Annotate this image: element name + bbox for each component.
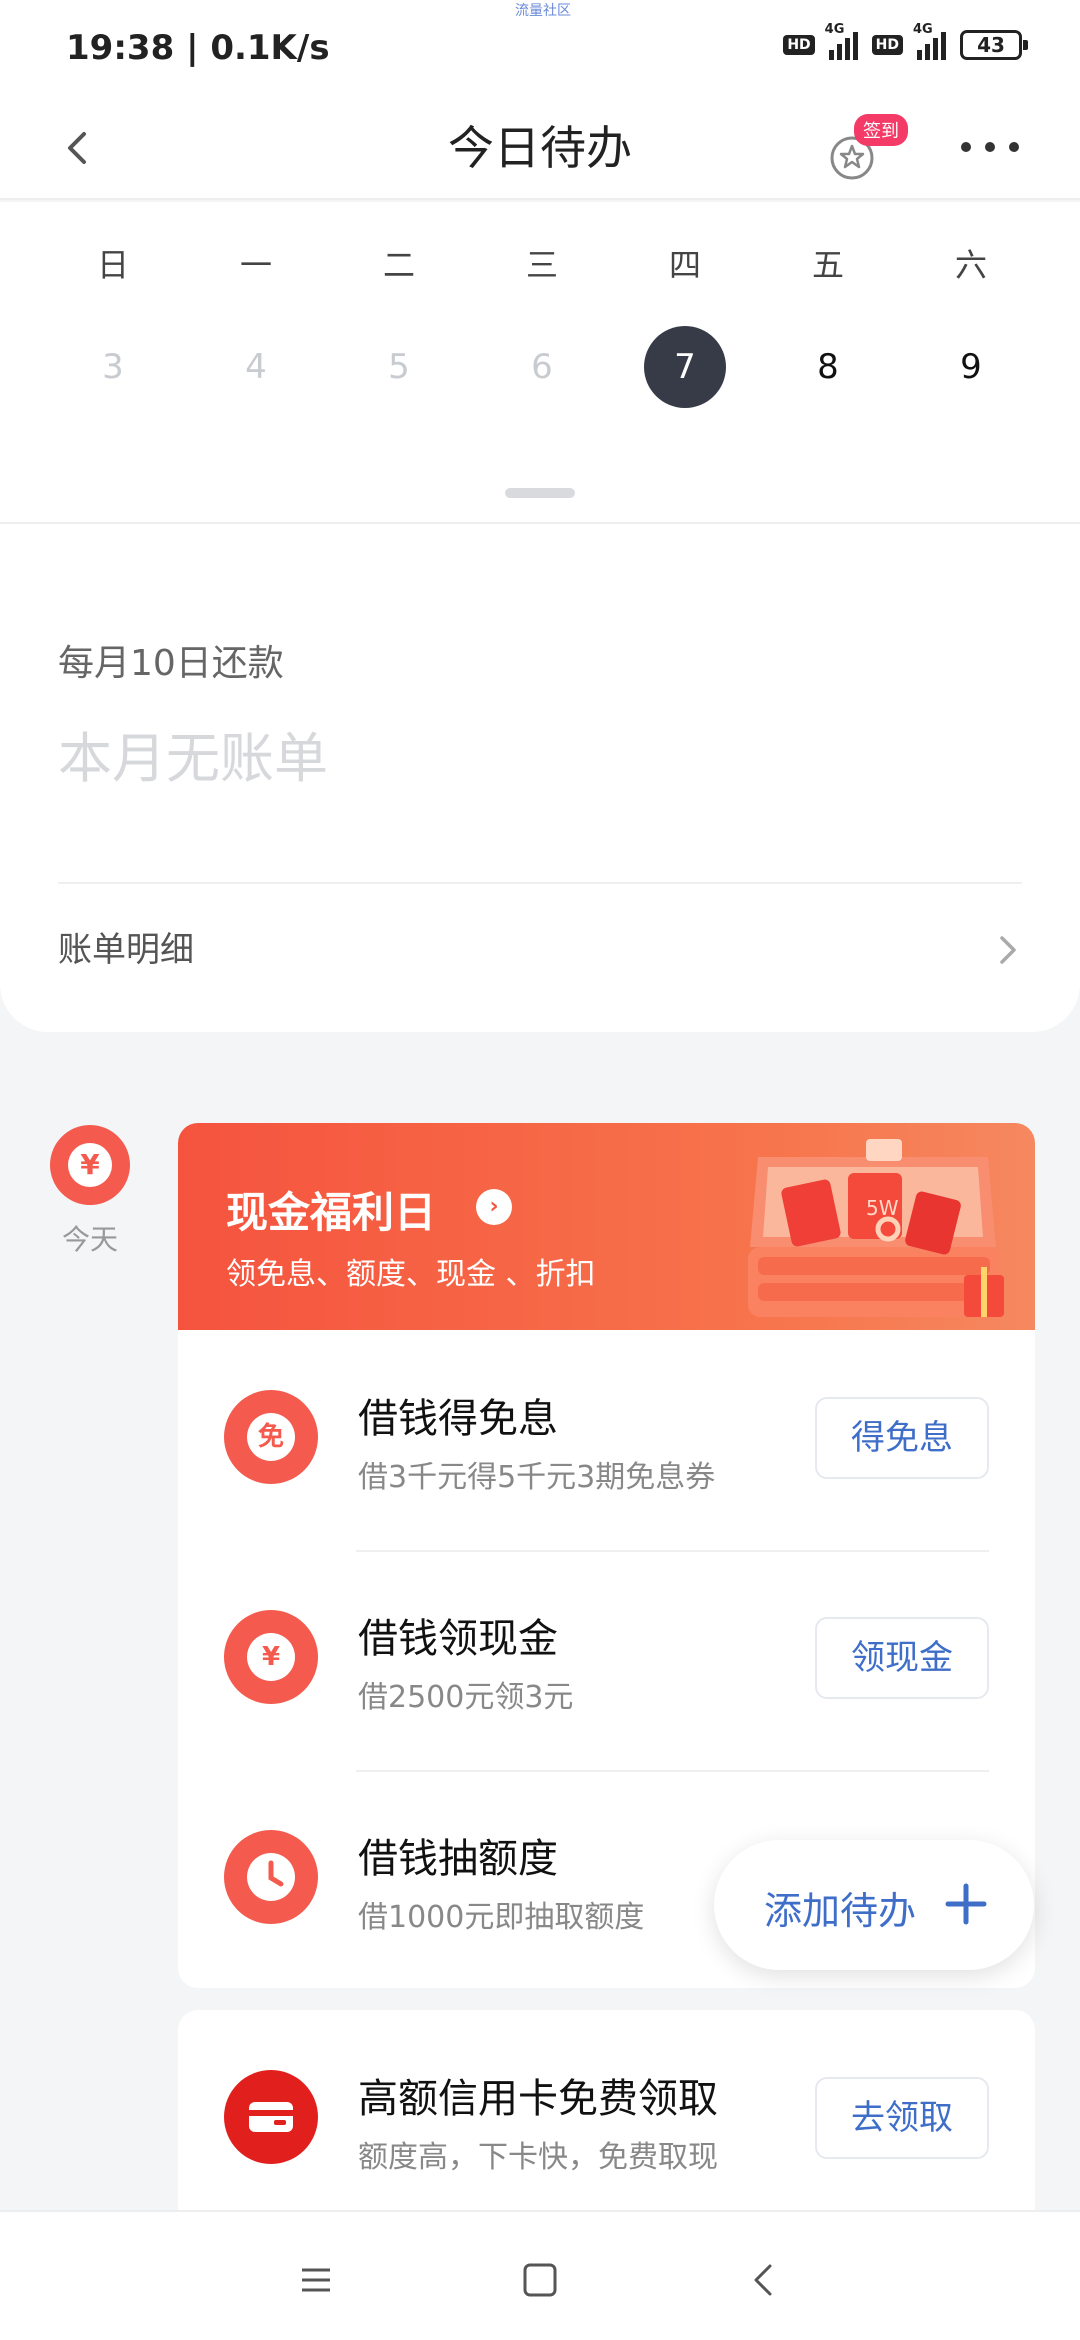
bill-detail-link[interactable]: 账单明细 [0, 904, 1080, 1004]
weekday-label: 三 [525, 246, 558, 284]
signal-icon: 4G [825, 22, 858, 60]
weekday-label: 四 [668, 246, 701, 284]
yen-icon: ¥ [68, 1143, 112, 1187]
get-cash-button[interactable]: 领现金 [815, 1617, 989, 1699]
task-item: 高额信用卡免费领取 额度高，下卡快，免费取现 去领取 [178, 2010, 1035, 2230]
coupon-icon: 免 [224, 1390, 318, 1484]
date-cell[interactable]: 4 [211, 326, 301, 408]
week-calendar: 日 一 二 三 四 五 六 3 4 5 6 7 8 9 [0, 202, 1080, 522]
credit-card-icon [224, 2070, 318, 2164]
signin-badge: 签到 [854, 114, 908, 146]
claim-button[interactable]: 去领取 [815, 2077, 989, 2159]
date-cell-today[interactable]: 7 [640, 326, 730, 408]
status-time: 19:38 | 0.1K/s [66, 28, 330, 68]
status-bar: 流量社区 19:38 | 0.1K/s HD 4G HD 4G 43 [0, 0, 1080, 100]
home-icon[interactable] [510, 2250, 570, 2310]
dot-icon [985, 142, 995, 152]
cash-welfare-banner[interactable]: 现金福利日 › 领免息、额度、现金 、折扣 5W [178, 1123, 1035, 1330]
date-cell[interactable]: 5 [354, 326, 444, 408]
task-title: 借钱得免息 [358, 1396, 558, 1442]
top-nav-bar: 今日待办 签到 [0, 100, 1080, 200]
task-subtitle: 额度高，下卡快，免费取现 [358, 2140, 718, 2175]
weekday-label: 二 [382, 246, 415, 284]
clock-icon [224, 1830, 318, 1924]
weekday-label: 六 [954, 246, 987, 284]
task-subtitle: 借3千元得5千元3期免息券 [358, 1460, 716, 1495]
divider [356, 1550, 989, 1552]
date-cell[interactable]: 9 [926, 326, 1016, 408]
bill-status: 本月无账单 [58, 727, 328, 790]
dot-icon [1009, 142, 1019, 152]
get-interest-free-button[interactable]: 得免息 [815, 1397, 989, 1479]
arrow-right-icon: › [476, 1189, 512, 1225]
hd-icon: HD [783, 35, 815, 55]
date-cell[interactable]: 8 [783, 326, 873, 408]
repayment-day-label: 每月10日还款 [58, 643, 284, 684]
battery-icon: 43 [960, 30, 1028, 60]
menu-icon[interactable] [286, 2250, 346, 2310]
date-cell[interactable]: 6 [497, 326, 587, 408]
task-title: 借钱领现金 [358, 1616, 558, 1662]
timeline-today-label: 今天 [61, 1223, 118, 1256]
plus-icon [945, 1883, 987, 1925]
status-tiny-text: 流量社区 [515, 3, 571, 19]
signal-icon-2: 4G [913, 22, 946, 60]
timeline-marker: ¥ [50, 1125, 130, 1205]
signin-button[interactable]: 签到 [828, 114, 908, 184]
system-nav-bar [0, 2210, 1080, 2340]
svg-text:5W: 5W [866, 1196, 899, 1220]
task-subtitle: 借1000元即抽取额度 [358, 1900, 645, 1935]
drag-handle[interactable] [505, 488, 575, 498]
gift-box-illustration: 5W [748, 1139, 1004, 1317]
dot-icon [961, 142, 971, 152]
task-title: 高额信用卡免费领取 [358, 2076, 718, 2122]
hd-icon-2: HD [871, 35, 903, 55]
weekday-label: 五 [811, 246, 844, 284]
divider [356, 1770, 989, 1772]
weekday-label: 一 [239, 246, 272, 284]
weekday-label: 日 [96, 246, 129, 284]
add-todo-button[interactable]: 添加待办 [714, 1840, 1034, 1970]
date-cell[interactable]: 3 [68, 326, 158, 408]
task-title: 借钱抽额度 [358, 1836, 558, 1882]
yen-icon: ¥ [224, 1610, 318, 1704]
chevron-right-icon [1000, 936, 1016, 964]
more-menu-button[interactable] [950, 122, 1030, 172]
bill-detail-label: 账单明细 [58, 930, 194, 970]
back-nav-icon[interactable] [734, 2250, 794, 2310]
page-title: 今日待办 [448, 121, 632, 175]
task-subtitle: 借2500元领3元 [358, 1680, 574, 1715]
task-item: 免 借钱得免息 借3千元得5千元3期免息券 得免息 [178, 1330, 1035, 1550]
divider [58, 882, 1022, 884]
status-icons: HD 4G HD 4G 43 [783, 22, 1028, 60]
task-item: ¥ 借钱领现金 借2500元领3元 领现金 [178, 1550, 1035, 1770]
bill-card: 每月10日还款 本月无账单 账单明细 [0, 522, 1080, 1032]
banner-subtitle: 领免息、额度、现金 、折扣 [226, 1257, 596, 1292]
add-todo-label: 添加待办 [764, 1889, 917, 1933]
banner-title: 现金福利日 [226, 1188, 437, 1237]
